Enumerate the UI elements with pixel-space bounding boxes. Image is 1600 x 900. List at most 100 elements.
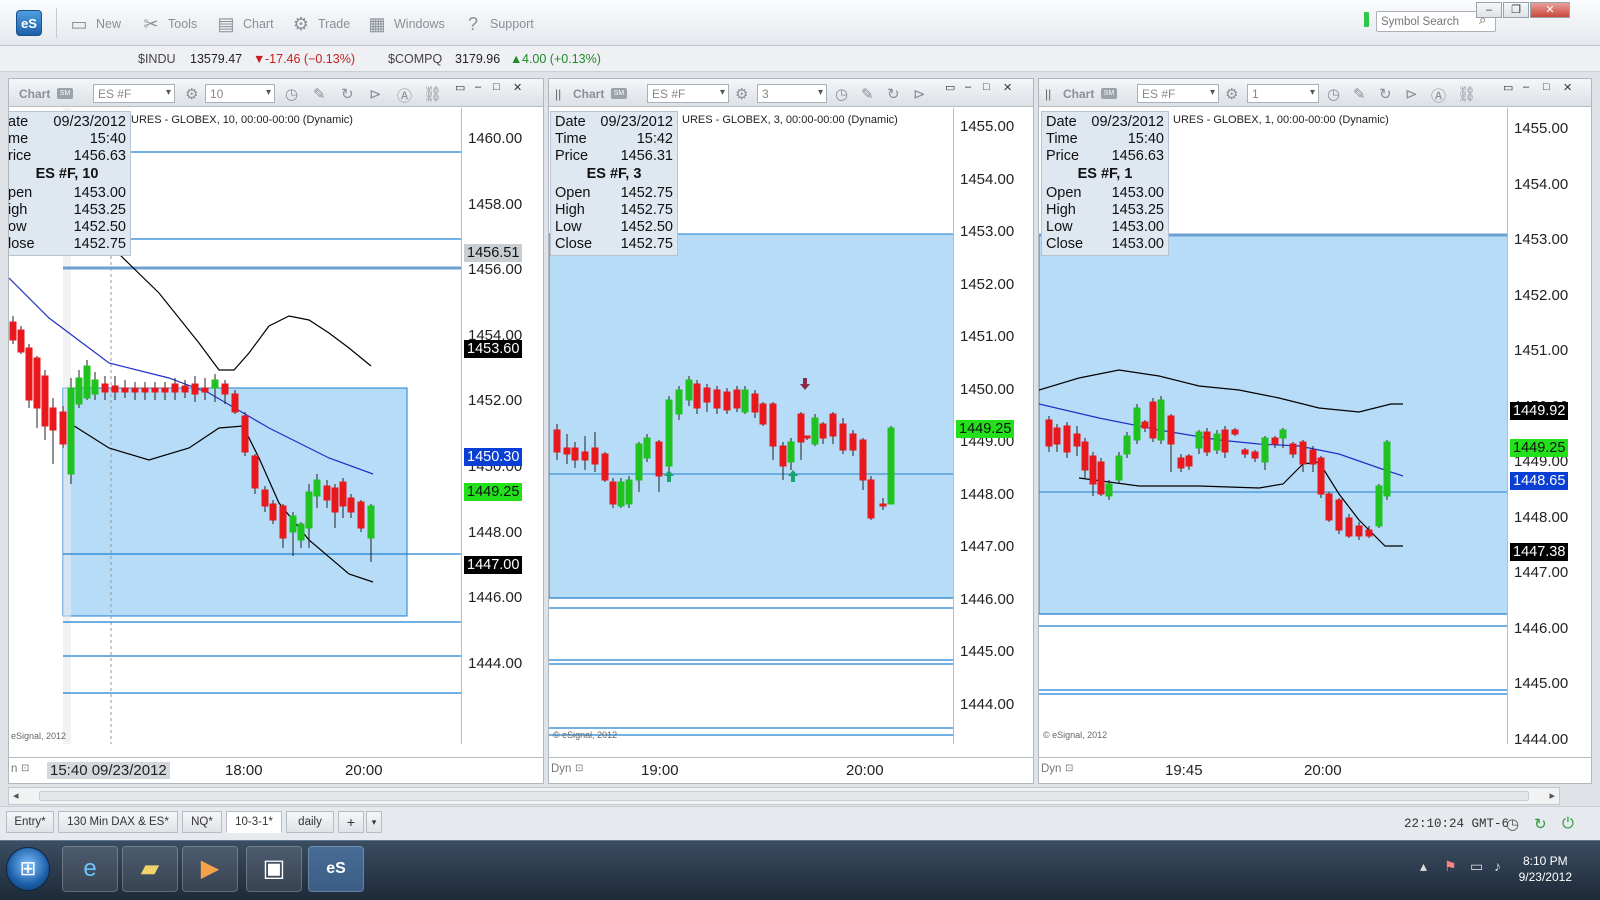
tray-clock[interactable]: 8:10 PM 9/23/2012 (1519, 853, 1572, 885)
link-tag-icon[interactable]: SM (57, 88, 73, 99)
link-icon[interactable]: ⛓ (423, 85, 442, 103)
settings-icon[interactable]: ⚙ (735, 85, 748, 103)
panel-float-icon[interactable]: ▭ (945, 81, 955, 94)
price-axis[interactable]: 1455.001454.001453.001452.001451.001450.… (953, 108, 1033, 744)
interval-combo[interactable]: 10 (205, 84, 275, 103)
price-axis[interactable]: 1455.001454.001453.001452.001451.001450.… (1507, 108, 1591, 748)
play-icon[interactable]: ⊳ (1405, 85, 1418, 103)
dyn-label[interactable]: n (11, 763, 17, 775)
price-axis[interactable]: 1460.00 1458.00 1456.00 1454.00 1452.00 1450.… (461, 108, 543, 744)
chart-button[interactable]: ▤ Chart (215, 12, 273, 36)
panel-maximize-icon[interactable]: □ (1543, 81, 1550, 93)
settings-icon[interactable]: ⚙ (185, 85, 198, 103)
settings-icon[interactable]: ⚙ (1225, 85, 1238, 103)
pencil-icon[interactable]: ✎ (1353, 85, 1366, 103)
lock-icon[interactable]: ⊡ (575, 763, 583, 774)
clock-icon[interactable]: ◷ (1327, 85, 1340, 103)
pencil-icon[interactable]: ✎ (861, 85, 874, 103)
tools-button[interactable]: ✂ Tools (140, 12, 197, 36)
tab-130-min-dax-es[interactable]: 130 Min DAX & ES* (58, 811, 178, 833)
refresh-icon[interactable]: ↻ (1379, 85, 1392, 103)
price-plot[interactable]: Date 09/23/2012 Time 15:42 Price 1456.31 ES… (549, 108, 955, 744)
candle-body (289, 515, 297, 533)
link-tag-icon[interactable]: SM (1101, 88, 1117, 99)
scroll-right-icon[interactable]: ▸ (1549, 789, 1555, 802)
chart-panel-3min[interactable]: || Chart SM ES #F ⚙ 3 ◷ ✎ ↻ ⊳ ▭ – □ ✕ Da… (548, 78, 1034, 784)
horizontal-scrollbar[interactable]: ◂ ▸ (8, 787, 1560, 805)
scroll-left-icon[interactable]: ◂ (13, 789, 19, 802)
tray-expand-icon[interactable]: ▴ (1420, 858, 1427, 875)
panel-grip-icon[interactable]: || (555, 87, 561, 101)
interval-combo[interactable]: 1 (1247, 84, 1319, 103)
esignal-taskbar-icon[interactable]: eS (308, 846, 364, 892)
ticker-symbol-compq[interactable]: $COMPQ (388, 52, 442, 66)
panel-grip-icon[interactable]: || (1045, 87, 1051, 101)
refresh-icon[interactable]: ↻ (341, 85, 354, 103)
symbol-combo[interactable]: ES #F (93, 84, 175, 103)
link-tag-icon[interactable]: SM (611, 88, 627, 99)
trade-button[interactable]: ⚙ Trade (290, 12, 350, 36)
panel-close-icon[interactable]: ✕ (1563, 81, 1572, 94)
tab-nq[interactable]: NQ* (182, 811, 222, 833)
dyn-label[interactable]: Dyn (551, 763, 571, 775)
timer-icon[interactable]: ◷ (1506, 815, 1519, 833)
panel-minimize-icon[interactable]: – (965, 81, 971, 93)
panel-maximize-icon[interactable]: □ (493, 81, 500, 93)
panel-maximize-icon[interactable]: □ (983, 81, 990, 93)
lock-icon[interactable]: ⊡ (1065, 763, 1073, 774)
panel-close-icon[interactable]: ✕ (513, 81, 522, 94)
clock-icon[interactable]: ◷ (835, 85, 848, 103)
price-plot[interactable]: Date 09/23/2012 Time 15:40 Price 1456.63 ES… (1039, 108, 1509, 744)
price-plot[interactable]: ate 09/23/2012 me 15:40 rice 1456.63 ES #F,… (9, 108, 461, 744)
time-axis[interactable]: Dyn ⊡ 19:00 20:00 (549, 757, 1033, 783)
minimize-window-button[interactable]: – (1476, 2, 1502, 18)
panel-float-icon[interactable]: ▭ (455, 81, 465, 94)
new-button[interactable]: ▭ New (68, 12, 121, 36)
symbol-combo[interactable]: ES #F (1137, 84, 1219, 103)
restore-window-button[interactable]: ❐ (1503, 2, 1529, 18)
panel-minimize-icon[interactable]: – (475, 81, 481, 93)
clock-icon[interactable]: ◷ (285, 85, 298, 103)
internet-explorer-icon[interactable]: e (62, 846, 118, 892)
refresh-icon[interactable]: ↻ (887, 85, 900, 103)
play-icon[interactable]: ⊳ (369, 85, 382, 103)
power-icon[interactable]: ⏻ (1562, 815, 1574, 832)
windows-button[interactable]: ▦ Windows (366, 12, 444, 36)
time-axis[interactable]: Dyn ⊡ 19:45 20:00 (1039, 757, 1591, 783)
interval-combo[interactable]: 3 (757, 84, 827, 103)
flag-icon[interactable]: ⚑ (1444, 858, 1457, 875)
alert-icon[interactable]: Ⓐ (397, 85, 412, 106)
close-window-button[interactable]: ✕ (1530, 2, 1570, 18)
alert-icon[interactable]: Ⓐ (1431, 85, 1446, 106)
pencil-icon[interactable]: ✎ (313, 85, 326, 103)
candle-body (25, 347, 33, 401)
remote-desktop-icon[interactable]: ▣ (246, 846, 302, 892)
start-button-windows-icon[interactable]: ⊞ (6, 847, 50, 891)
media-player-icon[interactable]: ▶ (182, 846, 238, 892)
play-icon[interactable]: ⊳ (913, 85, 926, 103)
symbol-combo[interactable]: ES #F (647, 84, 729, 103)
tab-10-3-1[interactable]: 10-3-1* (226, 811, 282, 833)
tab-daily[interactable]: daily (286, 811, 334, 833)
add-tab-icon[interactable]: + (338, 811, 364, 833)
refresh-status-icon[interactable]: ↻ (1534, 815, 1547, 833)
speaker-icon[interactable]: ♪ (1494, 858, 1501, 874)
chart-panel-10min[interactable]: Chart SM ES #F ⚙ 10 ◷ ✎ ↻ ⊳ Ⓐ ⛓ ▭ – □ ✕ … (8, 78, 544, 784)
support-button[interactable]: ? Support (462, 12, 534, 36)
dyn-label[interactable]: Dyn (1041, 763, 1061, 775)
tab-menu-chevron-down-icon[interactable]: ▾ (366, 811, 382, 833)
panel-close-icon[interactable]: ✕ (1003, 81, 1012, 94)
panel-float-icon[interactable]: ▭ (1503, 81, 1513, 94)
scrollbar-thumb[interactable] (39, 791, 1529, 801)
app-logo[interactable]: eS (16, 10, 42, 36)
file-explorer-icon[interactable]: ▰ (122, 846, 178, 892)
network-icon[interactable]: ▭ (1470, 858, 1483, 875)
chart-panel-1min[interactable]: || Chart SM ES #F ⚙ 1 ◷ ✎ ↻ ⊳ Ⓐ ⛓ ▭ – □ … (1038, 78, 1592, 784)
time-axis[interactable]: n ⊡ 15:40 09/23/2012 18:00 20:00 (9, 757, 543, 783)
price-tick-label: 1458.00 (468, 195, 523, 213)
link-icon[interactable]: ⛓ (1457, 85, 1476, 103)
tab-entry[interactable]: Entry* (6, 811, 54, 833)
ticker-symbol-indu[interactable]: $INDU (138, 52, 176, 66)
lock-icon[interactable]: ⊡ (21, 763, 29, 774)
panel-minimize-icon[interactable]: – (1523, 81, 1529, 93)
